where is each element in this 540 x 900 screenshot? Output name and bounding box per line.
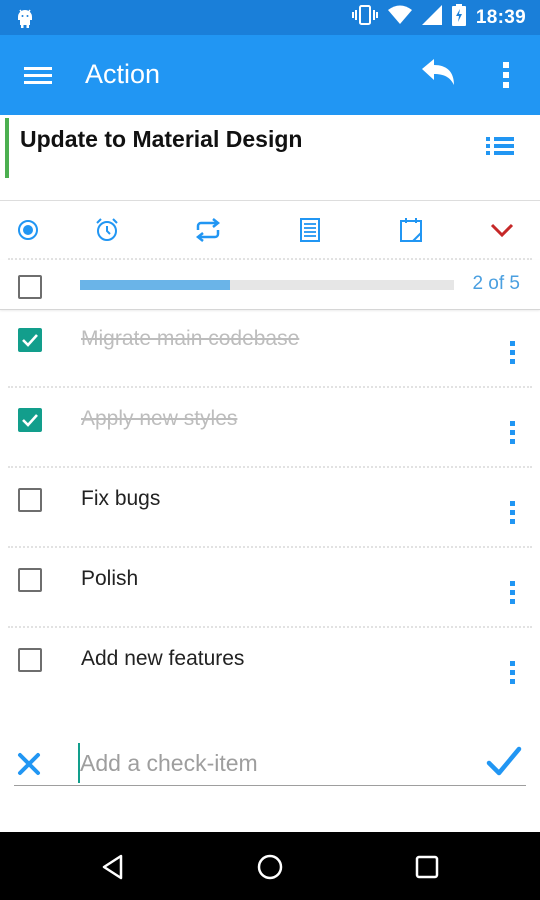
checkbox[interactable] xyxy=(18,488,42,512)
checklist-toggle-button[interactable] xyxy=(484,133,516,159)
checklist-item: Polish xyxy=(0,552,540,632)
item-more-button[interactable] xyxy=(504,498,522,528)
chevron-down-icon xyxy=(490,223,514,238)
checklist-item-label[interactable]: Polish xyxy=(81,567,138,591)
back-icon xyxy=(102,854,123,880)
item-more-button[interactable] xyxy=(504,578,522,608)
repeat-icon xyxy=(195,218,221,242)
more-vert-icon xyxy=(510,501,515,524)
status-bar: 18:39 xyxy=(0,0,540,35)
item-more-button[interactable] xyxy=(504,658,522,688)
select-all-checkbox[interactable] xyxy=(18,275,42,299)
priority-accent xyxy=(5,118,9,178)
back-button[interactable] xyxy=(96,850,130,884)
input-underline xyxy=(14,785,526,786)
checkmark-icon xyxy=(22,414,38,427)
divider xyxy=(8,626,532,628)
checklist-item-label[interactable]: Migrate main codebase xyxy=(81,327,299,351)
undo-icon xyxy=(422,59,454,85)
more-options-button[interactable] xyxy=(496,57,516,93)
more-vert-icon xyxy=(503,62,509,88)
more-vert-icon xyxy=(510,581,515,604)
menu-button[interactable] xyxy=(22,61,56,89)
close-icon xyxy=(18,753,40,775)
task-toolbar xyxy=(0,201,540,259)
list-icon xyxy=(486,137,514,155)
vibrate-icon xyxy=(351,4,378,31)
menu-icon xyxy=(24,67,52,84)
battery-charging-icon xyxy=(451,4,466,31)
confirm-button[interactable] xyxy=(484,741,524,781)
checklist-item: Migrate main codebase xyxy=(0,312,540,392)
note-button[interactable] xyxy=(295,215,325,245)
radio-icon xyxy=(18,220,38,240)
app-title: Action xyxy=(85,59,161,89)
checked-checkbox[interactable] xyxy=(18,408,42,432)
signal-icon xyxy=(421,5,442,30)
add-item-input[interactable] xyxy=(78,743,478,783)
reminder-button[interactable] xyxy=(92,215,122,245)
more-vert-icon xyxy=(510,341,515,364)
item-more-button[interactable] xyxy=(504,338,522,368)
expand-button[interactable] xyxy=(487,215,517,245)
checkbox[interactable] xyxy=(18,648,42,672)
more-vert-icon xyxy=(510,421,515,444)
status-time: 18:39 xyxy=(475,6,526,28)
progress-count: 2 of 5 xyxy=(472,273,520,294)
undo-button[interactable] xyxy=(418,57,458,93)
task-title[interactable]: Update to Material Design xyxy=(20,126,302,153)
divider xyxy=(8,546,532,548)
checkbox[interactable] xyxy=(18,568,42,592)
home-button[interactable] xyxy=(253,850,287,884)
wifi-icon xyxy=(387,5,412,30)
checklist-item-label[interactable]: Apply new styles xyxy=(81,407,237,431)
more-vert-icon xyxy=(510,661,515,684)
recents-icon xyxy=(415,855,439,879)
progress-bar xyxy=(80,280,454,290)
checklist-item-label[interactable]: Fix bugs xyxy=(81,487,160,511)
calendar-icon xyxy=(400,218,422,242)
checklist-item: Fix bugs xyxy=(0,472,540,552)
checklist-item: Apply new styles xyxy=(0,392,540,472)
navigation-bar xyxy=(0,832,540,900)
priority-button[interactable] xyxy=(13,215,43,245)
progress-row: 2 of 5 xyxy=(0,260,540,310)
repeat-button[interactable] xyxy=(193,215,223,245)
divider xyxy=(8,386,532,388)
checklist-item-label[interactable]: Add new features xyxy=(81,647,244,671)
progress-fill xyxy=(80,280,230,290)
android-icon xyxy=(14,7,36,34)
divider xyxy=(8,466,532,468)
check-icon xyxy=(486,746,522,776)
checkmark-icon xyxy=(22,334,38,347)
app-bar: Action xyxy=(0,35,540,115)
checked-checkbox[interactable] xyxy=(18,328,42,352)
recents-button[interactable] xyxy=(410,850,444,884)
checklist-item: Add new features xyxy=(0,632,540,712)
item-more-button[interactable] xyxy=(504,418,522,448)
cancel-button[interactable] xyxy=(14,747,46,779)
task-title-row: Update to Material Design xyxy=(0,115,540,201)
alarm-icon xyxy=(96,218,118,241)
due-date-button[interactable] xyxy=(396,215,426,245)
home-icon xyxy=(257,854,283,880)
note-icon xyxy=(300,218,320,242)
add-item-row xyxy=(0,735,540,795)
